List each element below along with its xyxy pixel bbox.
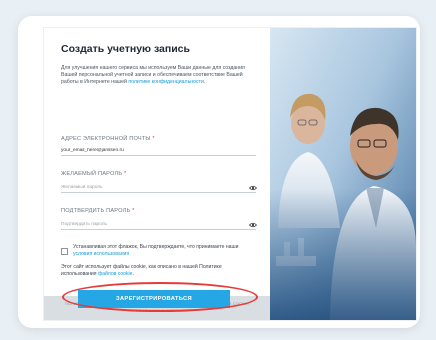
privacy-policy-link[interactable]: политике конфиденциальности [128, 79, 204, 85]
confirm-password-label: Подтвердить пароль * [61, 208, 135, 214]
registration-form: Создать учетную запись Для улучшения наш… [44, 28, 270, 290]
intro-text: Для улучшения нашего сервиса мы использу… [61, 65, 245, 85]
password-label: Желаемый пароль * [61, 171, 127, 177]
highlight-circle [62, 282, 258, 312]
terms-checkbox[interactable] [61, 248, 68, 255]
cookie-policy-link[interactable]: файлов cookie [98, 271, 133, 277]
terms-link[interactable]: условия использования [73, 251, 129, 257]
lab-scientists-photo [270, 28, 416, 320]
eye-icon[interactable] [249, 185, 257, 191]
email-field[interactable] [61, 146, 256, 156]
registration-card: Создать учетную запись Для улучшения наш… [44, 28, 416, 320]
email-label: Адрес электронной почты * [61, 136, 155, 142]
confirm-password-field[interactable] [61, 220, 256, 230]
terms-text: Устанавливая этот флажок, Вы подтверждае… [73, 244, 239, 257]
password-field[interactable] [61, 183, 256, 193]
eye-icon[interactable] [249, 222, 257, 228]
page-title: Создать учетную запись [61, 43, 190, 55]
cookie-notice: Этот сайт использует файлы cookie, как о… [61, 264, 222, 277]
